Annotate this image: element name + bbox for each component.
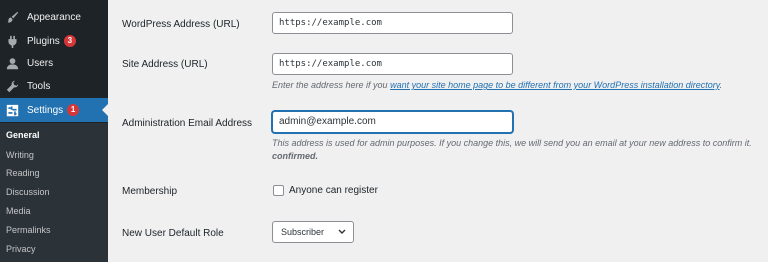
admin-sidebar: Appearance Plugins 3 Users Tools Setting… [0, 0, 108, 262]
admin-email-description: This address is used for admin purposes.… [272, 138, 752, 148]
admin-email-label: Administration Email Address [122, 118, 253, 129]
menu-label: Plugins [27, 35, 60, 47]
chevron-down-icon [338, 229, 346, 234]
admin-email-input[interactable]: admin@example.com [272, 111, 513, 133]
anyone-can-register-label[interactable]: Anyone can register [289, 185, 378, 196]
site-address-label: Site Address (URL) [122, 59, 208, 70]
anyone-can-register-checkbox[interactable] [273, 185, 284, 196]
menu-label: Users [27, 57, 54, 69]
admin-email-description-end: confirmed. [272, 151, 318, 161]
menu-label: Tools [27, 80, 51, 92]
submenu-general[interactable]: General [6, 130, 40, 140]
menu-item-settings[interactable]: Settings 1 [0, 98, 108, 122]
settings-icon [5, 103, 19, 117]
submenu-discussion[interactable]: Discussion [6, 187, 50, 197]
membership-label: Membership [122, 186, 178, 197]
menu-item-appearance[interactable]: Appearance [0, 5, 108, 29]
site-address-desc-text: Enter the address here if you [272, 80, 391, 90]
submenu-media[interactable]: Media [6, 206, 31, 216]
site-address-input[interactable]: https://example.com [272, 53, 513, 75]
menu-label: Settings [27, 104, 64, 116]
submenu-privacy[interactable]: Privacy [6, 244, 36, 254]
wp-address-label: WordPress Address (URL) [122, 19, 240, 30]
submenu-reading[interactable]: Reading [6, 168, 40, 178]
update-count-badge: 3 [63, 35, 76, 47]
general-settings-form: WordPress Address (URL) https://example.… [108, 0, 768, 262]
wrench-icon [5, 79, 19, 93]
admin-email-value: admin@example.com [279, 116, 376, 127]
default-role-label: New User Default Role [122, 228, 224, 239]
notification-badge: 1 [67, 104, 80, 116]
site-address-desc-end: . [719, 80, 723, 90]
menu-label: Appearance [27, 11, 81, 23]
menu-item-users[interactable]: Users [0, 51, 108, 75]
settings-submenu: General Writing Reading Discussion Media… [0, 123, 108, 262]
submenu-permalinks[interactable]: Permalinks [6, 225, 51, 235]
plugin-icon [5, 34, 19, 48]
default-role-value: Subscriber [281, 227, 325, 237]
menu-item-plugins[interactable]: Plugins 3 [0, 29, 108, 53]
submenu-writing[interactable]: Writing [6, 150, 34, 160]
default-role-select[interactable]: Subscriber [272, 221, 354, 243]
wp-address-input[interactable]: https://example.com [272, 12, 513, 34]
confirmed-text: confirmed. [272, 151, 319, 161]
site-address-description: Enter the address here if you want your … [272, 80, 722, 90]
paintbrush-icon [5, 10, 19, 24]
site-address-help-link[interactable]: want your site home page to be different… [390, 80, 719, 90]
user-icon [5, 56, 19, 70]
menu-item-tools[interactable]: Tools [0, 74, 108, 98]
